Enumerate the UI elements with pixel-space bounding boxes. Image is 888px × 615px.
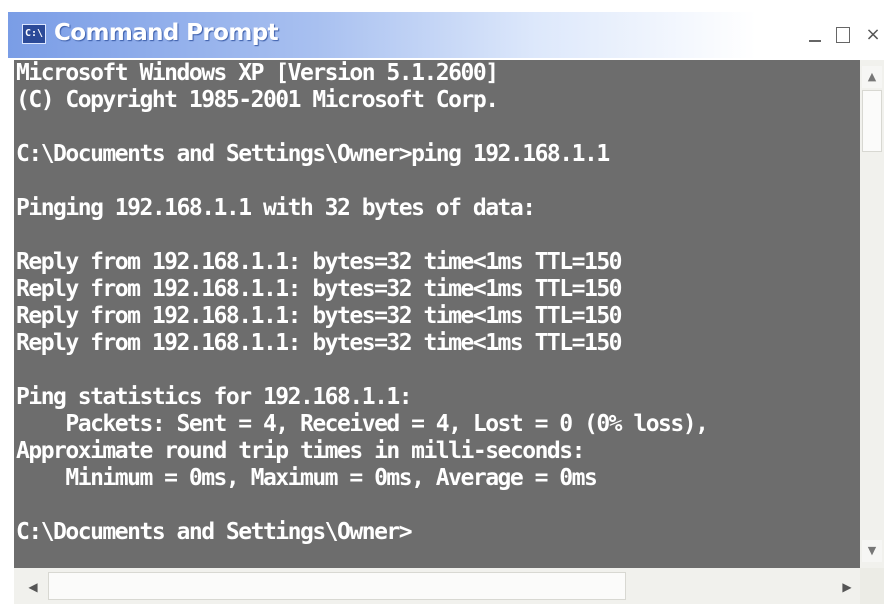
vertical-scroll-thumb[interactable]	[862, 90, 882, 152]
window-title: Command Prompt	[54, 20, 279, 46]
scroll-right-icon[interactable]: ▶	[836, 576, 858, 598]
minimize-icon	[809, 40, 821, 42]
console-line: Packets: Sent = 4, Received = 4, Lost = …	[16, 411, 709, 437]
console-text: Microsoft Windows XP [Version 5.1.2600](…	[16, 60, 709, 546]
console-line: Approximate round trip times in milli-se…	[16, 438, 585, 464]
maximize-button[interactable]	[830, 24, 856, 48]
console-line: Reply from 192.168.1.1: bytes=32 time<1m…	[16, 330, 623, 356]
vertical-scrollbar[interactable]: ▲ ▼	[860, 60, 884, 568]
console-line: Pinging 192.168.1.1 with 32 bytes of dat…	[16, 195, 536, 221]
console-line: Minimum = 0ms, Maximum = 0ms, Average = …	[16, 465, 597, 491]
console-line: Reply from 192.168.1.1: bytes=32 time<1m…	[16, 276, 623, 302]
command-prompt-window: C:\ Command Prompt × Microsoft Windows X…	[0, 0, 888, 615]
console-line: (C) Copyright 1985-2001 Microsoft Corp.	[16, 87, 499, 113]
console-line: Microsoft Windows XP [Version 5.1.2600]	[16, 60, 499, 86]
console-line: Reply from 192.168.1.1: bytes=32 time<1m…	[16, 303, 623, 329]
title-bar[interactable]: C:\ Command Prompt ×	[8, 12, 888, 58]
scroll-left-icon[interactable]: ◀	[22, 576, 44, 598]
console-output[interactable]: Microsoft Windows XP [Version 5.1.2600](…	[14, 60, 860, 568]
console-line: Ping statistics for 192.168.1.1:	[16, 384, 413, 410]
scroll-down-icon[interactable]: ▼	[862, 540, 882, 562]
close-button[interactable]: ×	[860, 24, 886, 48]
horizontal-scrollbar[interactable]: ◀ ▶	[14, 568, 860, 604]
horizontal-scroll-thumb[interactable]	[48, 572, 626, 600]
command-prompt-icon[interactable]: C:\	[22, 24, 46, 44]
console-line: C:\Documents and Settings\Owner>ping 192…	[16, 141, 610, 167]
console-line: Reply from 192.168.1.1: bytes=32 time<1m…	[16, 249, 623, 275]
scrollbar-corner	[860, 568, 884, 604]
maximize-icon	[836, 27, 850, 43]
console-line: C:\Documents and Settings\Owner>	[16, 519, 413, 545]
scroll-up-icon[interactable]: ▲	[862, 66, 882, 88]
minimize-button[interactable]	[802, 24, 828, 48]
